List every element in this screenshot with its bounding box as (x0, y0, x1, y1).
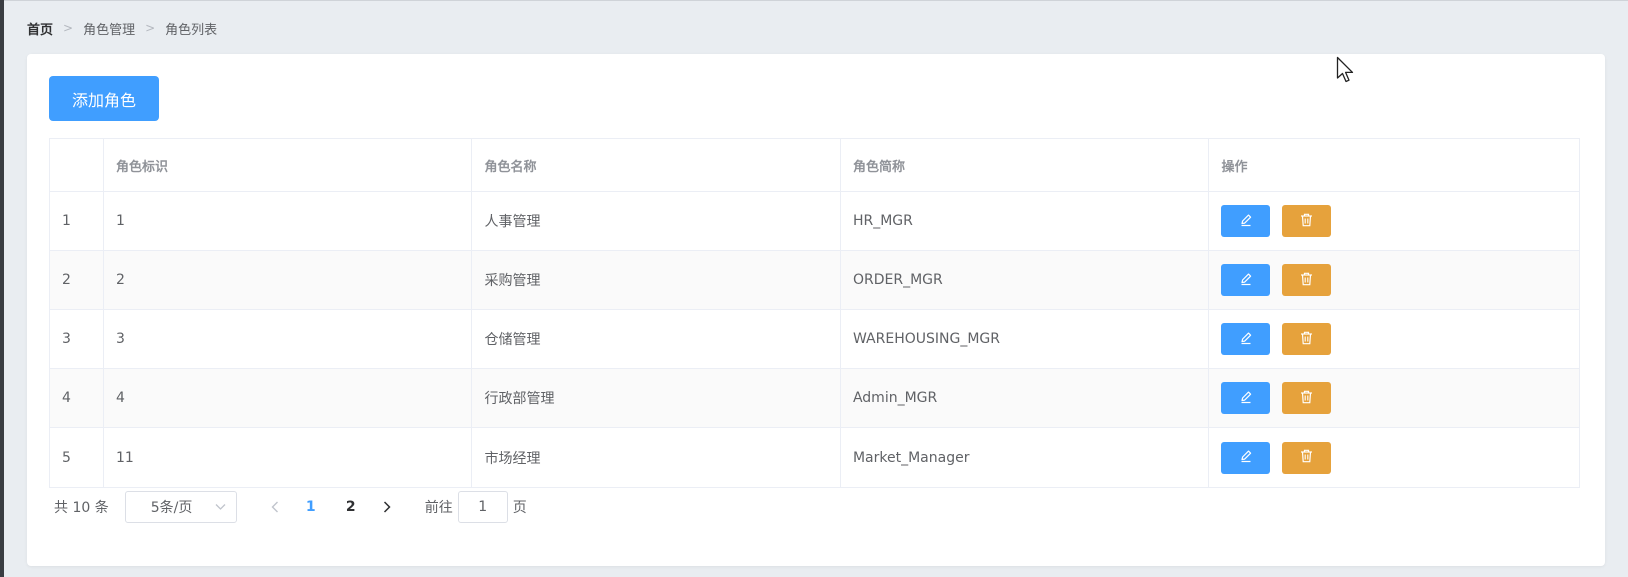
pagination-total: 共 10 条 (54, 500, 109, 516)
delete-icon (1300, 331, 1313, 348)
delete-icon (1300, 390, 1313, 407)
sidebar-edge (0, 0, 4, 577)
next-page-button[interactable] (371, 491, 403, 523)
header-role-id: 角色标识 (104, 139, 473, 191)
goto-suffix: 页 (512, 500, 527, 516)
breadcrumb-home[interactable]: 首页 (27, 19, 53, 38)
edit-button[interactable] (1221, 382, 1271, 414)
delete-icon (1300, 213, 1313, 230)
header-role-short: 角色简称 (841, 139, 1210, 191)
role-name-cell: 人事管理 (472, 192, 841, 250)
delete-icon (1300, 272, 1313, 289)
row-index: 2 (50, 251, 104, 309)
role-short-cell: Admin_MGR (841, 369, 1210, 427)
row-index: 4 (50, 369, 104, 427)
actions-cell (1209, 369, 1579, 427)
table-header-row: 角色标识 角色名称 角色简称 操作 (50, 139, 1579, 192)
header-role-name: 角色名称 (472, 139, 841, 191)
role-short-cell: HR_MGR (841, 192, 1210, 250)
table-row: 1 1 人事管理 HR_MGR (50, 192, 1579, 251)
edit-icon (1239, 213, 1253, 230)
pagination: 共 10 条 5条/页 1 2 前往 页 (54, 491, 527, 523)
role-short-cell: ORDER_MGR (841, 251, 1210, 309)
role-name-cell: 行政部管理 (472, 369, 841, 427)
table-row: 3 3 仓储管理 WAREHOUSING_MGR (50, 310, 1579, 369)
breadcrumb: 首页 > 角色管理 > 角色列表 (27, 19, 218, 38)
window-top-border (0, 0, 1628, 1)
breadcrumb-role-list: 角色列表 (165, 22, 218, 38)
chevron-down-icon (215, 504, 226, 510)
page-size-select[interactable]: 5条/页 (124, 491, 237, 523)
prev-page-button[interactable] (259, 491, 291, 523)
role-short-cell: Market_Manager (841, 428, 1210, 487)
role-name-cell: 仓储管理 (472, 310, 841, 368)
edit-button[interactable] (1221, 264, 1271, 296)
goto-prefix: 前往 (424, 500, 453, 516)
row-index: 5 (50, 428, 104, 487)
delete-button[interactable] (1282, 264, 1332, 296)
table-row: 5 11 市场经理 Market_Manager (50, 428, 1579, 487)
page-number-1[interactable]: 1 (291, 491, 331, 523)
table-row: 2 2 采购管理 ORDER_MGR (50, 251, 1579, 310)
role-id-cell: 1 (104, 192, 473, 250)
page-size-value: 5条/页 (150, 500, 193, 516)
delete-button[interactable] (1282, 323, 1332, 355)
add-role-button[interactable]: 添加角色 (49, 76, 159, 121)
edit-icon (1239, 331, 1253, 348)
edit-icon (1239, 390, 1253, 407)
edit-button[interactable] (1221, 441, 1271, 474)
page-number-2[interactable]: 2 (331, 491, 371, 523)
actions-cell (1209, 310, 1579, 368)
role-table: 角色标识 角色名称 角色简称 操作 1 1 人事管理 HR_MGR 2 2 采购管理 ORDE… (49, 138, 1580, 488)
delete-icon (1300, 449, 1313, 466)
chevron-right-icon (383, 501, 391, 513)
role-id-cell: 3 (104, 310, 473, 368)
row-index: 3 (50, 310, 104, 368)
mouse-cursor-icon (1336, 56, 1354, 83)
role-short-cell: WAREHOUSING_MGR (841, 310, 1210, 368)
content-card: 添加角色 角色标识 角色名称 角色简称 操作 1 1 人事管理 HR_MGR 2 2 采购管… (27, 54, 1605, 566)
breadcrumb-separator-icon: > (145, 21, 156, 35)
header-actions: 操作 (1221, 159, 1248, 175)
edit-icon (1239, 449, 1253, 466)
header-index (50, 139, 104, 191)
actions-cell (1209, 428, 1579, 487)
row-index: 1 (50, 192, 104, 250)
edit-button[interactable] (1221, 323, 1271, 355)
breadcrumb-separator-icon: > (63, 21, 74, 35)
chevron-left-icon (271, 501, 278, 513)
actions-cell (1209, 192, 1579, 250)
goto-page-input[interactable] (457, 491, 508, 523)
delete-button[interactable] (1282, 205, 1332, 237)
actions-cell (1209, 251, 1579, 309)
edit-button[interactable] (1221, 205, 1271, 237)
role-name-cell: 采购管理 (472, 251, 841, 309)
role-id-cell: 2 (104, 251, 473, 309)
role-name-cell: 市场经理 (472, 428, 841, 487)
role-id-cell: 4 (104, 369, 473, 427)
delete-button[interactable] (1282, 441, 1332, 474)
delete-button[interactable] (1282, 382, 1332, 414)
breadcrumb-role-management: 角色管理 (83, 22, 136, 38)
role-id-cell: 11 (104, 428, 473, 487)
table-row: 4 4 行政部管理 Admin_MGR (50, 369, 1579, 428)
edit-icon (1239, 272, 1253, 289)
